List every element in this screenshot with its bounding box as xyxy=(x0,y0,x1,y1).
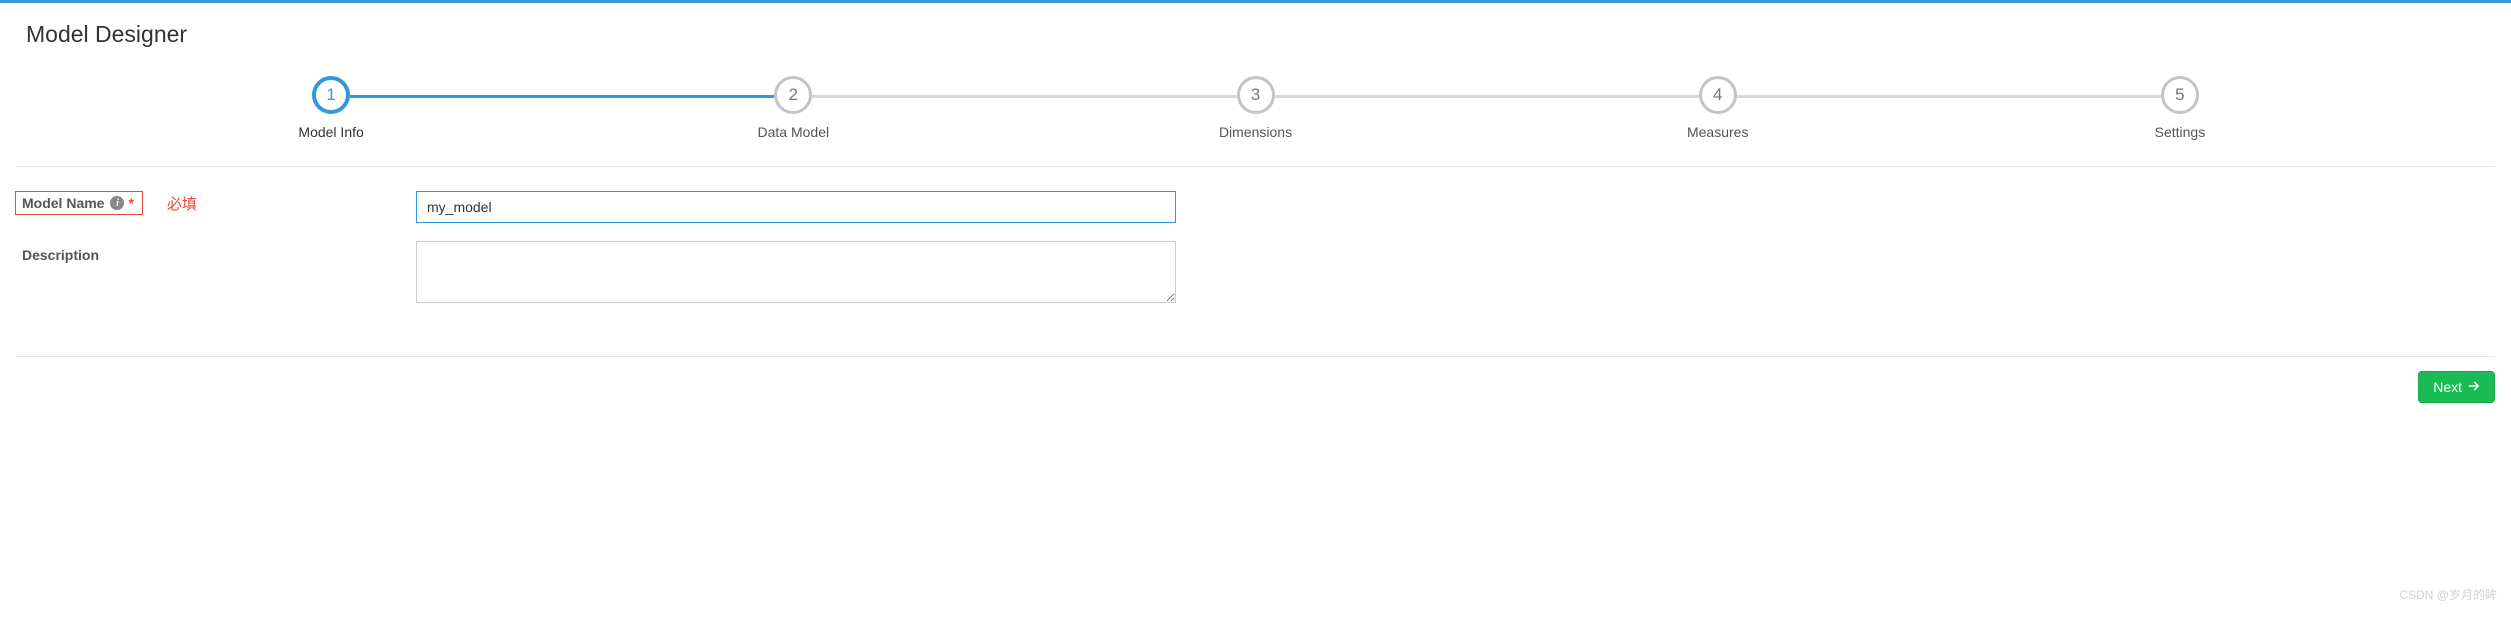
row-description: Description xyxy=(16,241,2495,306)
label-column: Description xyxy=(16,241,416,263)
next-button[interactable]: Next xyxy=(2418,371,2495,403)
description-input[interactable] xyxy=(416,241,1176,303)
model-name-label: Model Name xyxy=(22,195,104,211)
header: Model Designer xyxy=(0,3,2511,52)
step-number: 2 xyxy=(774,76,812,114)
step-settings[interactable]: 5 Settings xyxy=(1949,76,2411,140)
required-annotation: 必填 xyxy=(167,193,197,214)
step-connector xyxy=(812,95,1236,98)
required-mark: * xyxy=(128,195,133,211)
step-label: Dimensions xyxy=(1219,124,1292,140)
input-column xyxy=(416,241,1176,306)
step-model-info[interactable]: 1 Model Info xyxy=(100,76,562,140)
model-designer-panel: Model Designer 1 Model Info 2 Data Model… xyxy=(0,0,2511,419)
step-measures[interactable]: 4 Measures xyxy=(1487,76,1949,140)
model-name-input[interactable] xyxy=(416,191,1176,223)
description-label: Description xyxy=(16,241,99,263)
step-number: 5 xyxy=(2161,76,2199,114)
row-model-name: Model Name i * 必填 xyxy=(16,191,2495,223)
step-number: 3 xyxy=(1237,76,1275,114)
watermark: CSDN @岁月的眸 xyxy=(2399,586,2497,603)
step-connector xyxy=(1275,95,1699,98)
arrow-right-icon xyxy=(2468,379,2480,395)
info-icon[interactable]: i xyxy=(110,196,124,210)
input-column xyxy=(416,191,1176,223)
step-dimensions[interactable]: 3 Dimensions xyxy=(1024,76,1486,140)
label-column: Model Name i * 必填 xyxy=(16,191,416,215)
model-name-label-box: Model Name i * xyxy=(15,191,143,215)
step-label: Settings xyxy=(2155,124,2206,140)
step-number: 1 xyxy=(312,76,350,114)
step-label: Data Model xyxy=(758,124,830,140)
next-button-label: Next xyxy=(2433,379,2462,395)
step-connector xyxy=(350,95,774,98)
stepper: 1 Model Info 2 Data Model 3 Dimensions 4… xyxy=(0,52,2511,160)
step-label: Model Info xyxy=(298,124,363,140)
page-title: Model Designer xyxy=(26,21,2485,48)
form-area: Model Name i * 必填 Description xyxy=(0,167,2511,334)
step-label: Measures xyxy=(1687,124,1748,140)
step-data-model[interactable]: 2 Data Model xyxy=(562,76,1024,140)
step-number: 4 xyxy=(1699,76,1737,114)
step-connector xyxy=(1737,95,2161,98)
footer: Next xyxy=(0,357,2511,419)
